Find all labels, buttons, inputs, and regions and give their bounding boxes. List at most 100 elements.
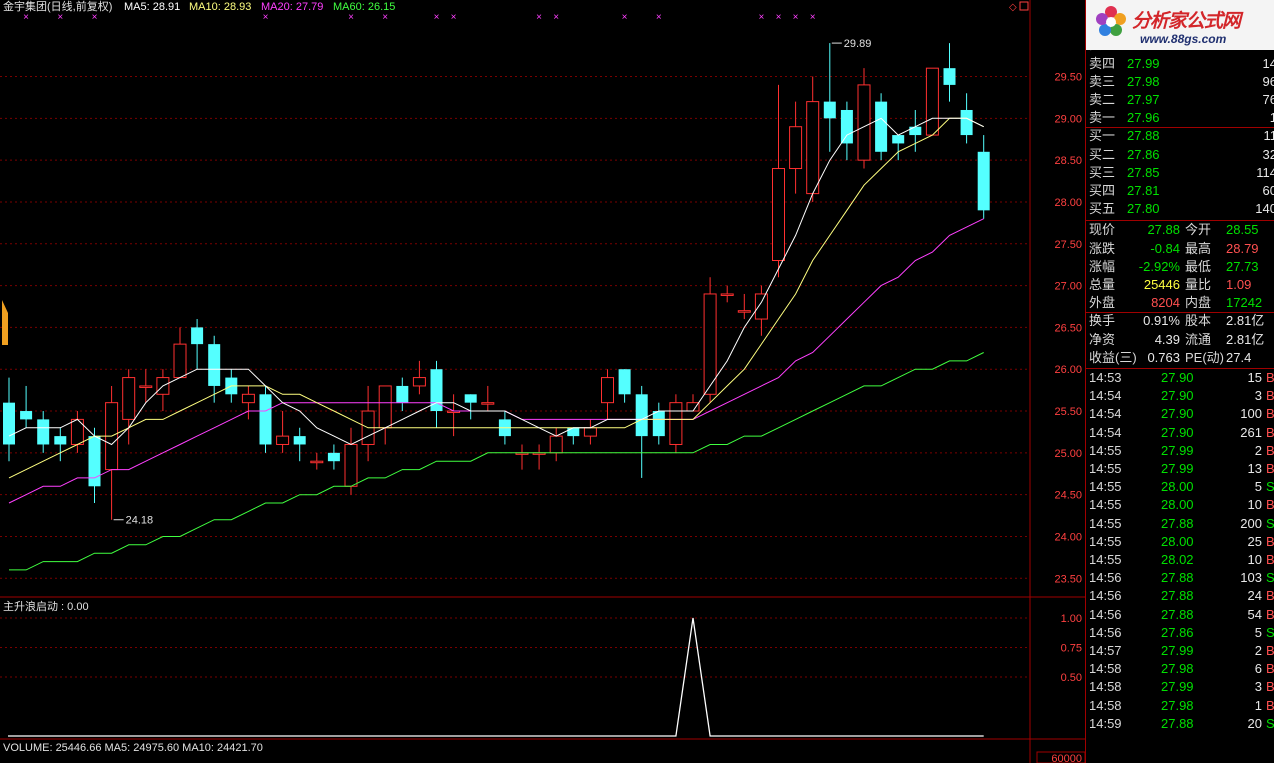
candle-body (925, 67, 939, 136)
tick-side: B (1266, 442, 1274, 458)
candle-body (327, 452, 340, 462)
candle (737, 293, 751, 320)
tick-row[interactable]: 14:58 27.98 1 B (1086, 697, 1274, 715)
ask-label: 卖三 (1089, 73, 1116, 89)
tick-row[interactable]: 14:55 28.02 10 B (1086, 551, 1274, 569)
price-axis: 29.50 29.00 28.50 28.00 27.50 27.00 26.50 26.00… (1054, 72, 1082, 586)
candle-body (583, 427, 597, 437)
price-tick: 27.00 (1054, 281, 1082, 293)
candle-body (173, 343, 187, 379)
ask-volume: 76 (1262, 92, 1274, 107)
candle-body (652, 411, 665, 437)
tick-volume: 25 (1247, 533, 1262, 549)
signal-markers: × × × × × × × × × × × × × × × × (23, 12, 816, 23)
tick-row[interactable]: 14:54 27.90 100 B (1086, 405, 1274, 423)
tick-side: S (1266, 515, 1274, 531)
signal-x-marker: × (536, 12, 542, 23)
candle-body (241, 393, 255, 404)
tick-side: B (1266, 497, 1274, 513)
bid-row[interactable]: 买一 27.88 11 (1086, 127, 1274, 145)
bid-row[interactable]: 买五 27.80 140 (1086, 200, 1274, 218)
tick-time: 14:56 (1089, 588, 1122, 604)
tick-side: B (1266, 370, 1274, 385)
tick-row[interactable]: 14:58 27.99 3 B (1086, 678, 1274, 696)
tick-row[interactable]: 14:54 27.90 3 B (1086, 387, 1274, 405)
tick-row[interactable]: 14:56 27.88 54 B (1086, 606, 1274, 624)
bid-row[interactable]: 买四 27.81 60 (1086, 182, 1274, 200)
tick-side: B (1266, 697, 1274, 713)
ma5-label: MA5: 28.91 (124, 1, 180, 13)
ask-volume: 96 (1262, 73, 1274, 89)
tick-price: 27.98 (1161, 661, 1194, 677)
window-square-icon[interactable] (1019, 1, 1029, 11)
tick-row[interactable]: 14:55 28.00 5 S (1086, 478, 1274, 496)
signal-x-marker: × (810, 12, 816, 23)
price-tick: 23.50 (1054, 573, 1082, 585)
tick-time: 14:55 (1089, 479, 1122, 495)
tick-price: 27.99 (1161, 643, 1194, 658)
tick-row[interactable]: 14:55 27.99 13 B (1086, 460, 1274, 478)
bid-label: 买二 (1089, 146, 1116, 162)
ma10-line (8, 117, 984, 479)
tick-row[interactable]: 14:58 27.98 6 B (1086, 660, 1274, 678)
tick-side: B (1266, 661, 1274, 677)
tick-volume: 54 (1247, 606, 1262, 622)
tick-volume: 24 (1247, 588, 1262, 604)
ask-label: 卖二 (1089, 92, 1116, 107)
tick-row[interactable]: 14:55 28.00 25 B (1086, 533, 1274, 551)
tick-row[interactable]: 14:56 27.88 103 S (1086, 569, 1274, 587)
ask-row[interactable]: 卖三 27.98 96 (1086, 73, 1274, 91)
tick-row[interactable]: 14:54 27.90 261 B (1086, 424, 1274, 442)
tick-row[interactable]: 14:56 27.86 5 S (1086, 624, 1274, 642)
kline-chart[interactable]: 29.50 29.00 28.50 28.00 27.50 27.00 26.50 26.00… (0, 0, 1085, 763)
stat-label: 流通 (1185, 331, 1212, 347)
tick-row[interactable]: 14:59 27.88 20 S (1086, 715, 1274, 733)
tick-price: 27.90 (1161, 388, 1194, 404)
candle (772, 84, 785, 278)
bid-row[interactable]: 买二 27.86 32 (1086, 146, 1274, 164)
candle-body (823, 101, 836, 119)
price-tick: 29.50 (1054, 72, 1082, 84)
candle (327, 444, 340, 470)
tick-side: B (1266, 679, 1274, 695)
candle (3, 377, 15, 462)
tick-volume: 20 (1247, 715, 1262, 731)
ask-row[interactable]: 卖一 27.96 1 (1086, 109, 1274, 127)
candle-body (191, 327, 204, 345)
tick-row[interactable]: 14:53 27.90 15 B (1086, 369, 1274, 387)
diamond-icon[interactable]: ◇ (1009, 2, 1017, 13)
candle-body (208, 344, 221, 386)
tick-row[interactable]: 14:55 27.88 200 S (1086, 515, 1274, 533)
tick-price: 27.90 (1161, 424, 1194, 440)
stat-value: 17242 (1226, 295, 1263, 311)
tick-time: 14:58 (1089, 697, 1122, 713)
stat-label: 最高 (1185, 240, 1212, 256)
tick-price: 27.88 (1161, 606, 1194, 622)
candle (191, 319, 204, 370)
tick-row[interactable]: 14:57 27.99 2 B (1086, 642, 1274, 660)
candle-body (892, 135, 905, 144)
indicator-panel: 1.00 0.75 0.50 (0, 613, 1082, 737)
tick-volume: 10 (1247, 497, 1262, 513)
ask-row[interactable]: 卖二 27.97 76 (1086, 91, 1274, 109)
tick-row[interactable]: 14:55 28.00 10 B (1086, 496, 1274, 514)
ask-price: 27.97 (1127, 92, 1160, 107)
tick-volume: 5 (1254, 479, 1262, 495)
bid-volume: 140 (1255, 201, 1274, 217)
tick-price: 27.86 (1161, 624, 1194, 640)
tick-row[interactable]: 14:55 27.99 2 B (1086, 442, 1274, 460)
bid-price: 27.86 (1127, 146, 1160, 162)
signal-x-marker: × (23, 12, 29, 23)
ask-row[interactable]: 卖四 27.99 14 (1086, 55, 1274, 73)
tick-side: B (1266, 406, 1274, 422)
stat-value: 28.79 (1226, 240, 1259, 256)
bid-row[interactable]: 买三 27.85 114 (1086, 164, 1274, 182)
tick-row[interactable]: 14:56 27.88 24 B (1086, 587, 1274, 605)
tick-price: 27.88 (1161, 588, 1194, 604)
tick-volume: 261 (1240, 424, 1262, 440)
tick-price: 27.90 (1161, 370, 1194, 385)
tick-side: S (1266, 624, 1274, 640)
bid-price: 27.85 (1127, 164, 1160, 180)
left-expand-tab[interactable] (2, 300, 8, 345)
candle (361, 385, 375, 462)
